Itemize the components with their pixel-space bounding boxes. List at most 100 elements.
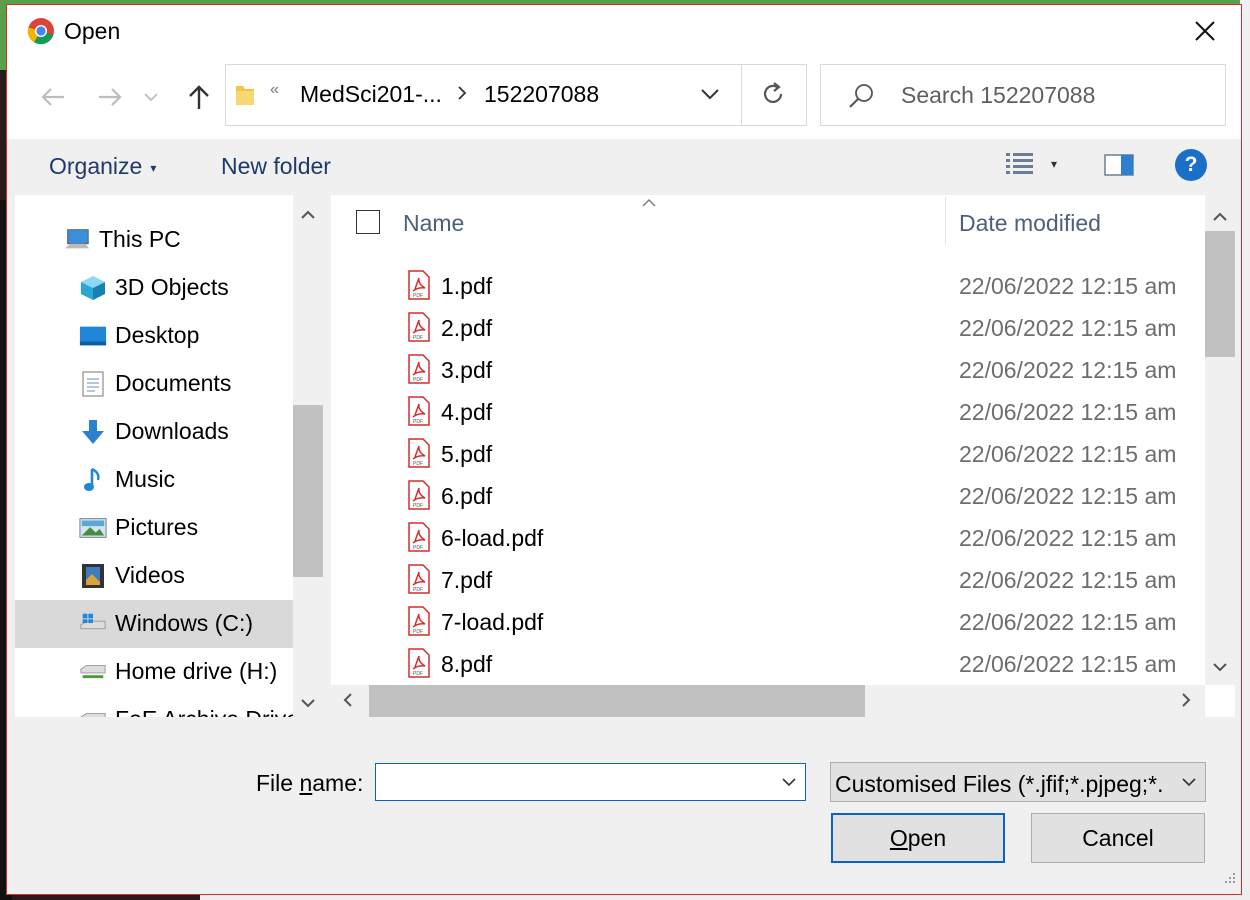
file-row[interactable]: PDF 1.pdf 22/06/2022 12:15 am	[331, 265, 1205, 307]
scroll-up-icon[interactable]	[301, 207, 315, 225]
scroll-left-icon[interactable]	[343, 693, 353, 712]
scrollbar-thumb[interactable]	[1205, 231, 1235, 357]
sidebar-item-desktop[interactable]: Desktop	[15, 312, 293, 360]
sidebar-item-home-drive-h[interactable]: Home drive (H:)	[15, 648, 293, 696]
pdf-file-icon: PDF	[406, 564, 432, 599]
file-row[interactable]: PDF 6.pdf 22/06/2022 12:15 am	[331, 475, 1205, 517]
file-row[interactable]: PDF 2.pdf 22/06/2022 12:15 am	[331, 307, 1205, 349]
resize-grip-icon[interactable]	[1221, 869, 1237, 890]
cancel-button[interactable]: Cancel	[1031, 813, 1205, 863]
help-button[interactable]: ?	[1175, 149, 1207, 181]
column-header-row: Name Date modified	[331, 195, 1205, 247]
navigation-pane-scrollbar[interactable]	[293, 195, 323, 717]
close-button[interactable]	[1169, 5, 1241, 57]
file-row[interactable]: PDF 7.pdf 22/06/2022 12:15 am	[331, 559, 1205, 601]
scrollbar-thumb[interactable]	[369, 685, 865, 717]
file-row[interactable]: PDF 8.pdf 22/06/2022 12:15 am	[331, 643, 1205, 685]
pdf-file-icon: PDF	[406, 396, 432, 431]
pdf-file-icon: PDF	[406, 522, 432, 557]
sidebar-item-music[interactable]: Music	[15, 456, 293, 504]
sidebar-item-foe-archive-drive[interactable]: FoE Archive Drive	[15, 696, 293, 717]
scroll-down-icon[interactable]	[301, 695, 315, 713]
forward-arrow-icon	[99, 88, 122, 106]
network-drive-icon	[79, 706, 107, 717]
chrome-app-icon	[27, 17, 55, 45]
file-date-modified: 22/06/2022 12:15 am	[959, 441, 1177, 467]
file-name: 3.pdf	[441, 357, 493, 383]
new-folder-button[interactable]: New folder	[221, 153, 331, 180]
file-row[interactable]: PDF 3.pdf 22/06/2022 12:15 am	[331, 349, 1205, 391]
back-button[interactable]	[35, 79, 71, 115]
select-all-checkbox[interactable]	[356, 210, 380, 234]
svg-text:PDF: PDF	[413, 461, 423, 467]
file-name-input[interactable]	[376, 764, 766, 800]
file-date-modified: 22/06/2022 12:15 am	[959, 567, 1177, 593]
open-button[interactable]: Open	[831, 813, 1005, 863]
recent-locations-button[interactable]	[139, 79, 163, 115]
file-list-horizontal-scrollbar[interactable]	[331, 685, 1205, 717]
refresh-button[interactable]	[760, 81, 786, 112]
sidebar-item-label: This PC	[99, 226, 181, 252]
sidebar-item-documents[interactable]: Documents	[15, 360, 293, 408]
scroll-up-icon[interactable]	[1213, 209, 1227, 227]
sidebar-item-label: Documents	[115, 370, 232, 396]
scrollbar-thumb[interactable]	[293, 405, 323, 577]
pdf-file-icon: PDF	[406, 354, 432, 389]
address-bar[interactable]: « MedSci201-... 152207088	[225, 64, 807, 126]
change-view-button[interactable]: ▾	[1005, 151, 1057, 177]
file-name: 7-load.pdf	[441, 609, 544, 635]
file-name-combobox[interactable]	[375, 763, 806, 801]
videos-icon	[79, 562, 107, 590]
file-name-dropdown-button[interactable]	[781, 775, 797, 793]
caret-down-icon: ▾	[1051, 157, 1058, 171]
sidebar-item-label: FoE Archive Drive	[115, 706, 293, 717]
search-box[interactable]	[820, 64, 1226, 126]
search-input[interactable]	[891, 65, 1211, 125]
sort-ascending-icon	[641, 195, 657, 213]
sidebar-item-videos[interactable]: Videos	[15, 552, 293, 600]
title-bar: Open	[7, 5, 1241, 57]
forward-button[interactable]	[92, 79, 128, 115]
svg-text:PDF: PDF	[413, 671, 423, 677]
preview-pane-button[interactable]	[1104, 153, 1134, 182]
sidebar-item-pictures[interactable]: Pictures	[15, 504, 293, 552]
column-divider[interactable]	[945, 197, 946, 245]
address-segment-current[interactable]: 152207088	[484, 81, 599, 108]
svg-text:PDF: PDF	[413, 419, 423, 425]
sidebar-item-label: Downloads	[115, 418, 229, 444]
breadcrumb-separator-icon[interactable]	[456, 84, 468, 107]
file-row[interactable]: PDF 4.pdf 22/06/2022 12:15 am	[331, 391, 1205, 433]
refresh-icon	[763, 82, 783, 103]
svg-text:PDF: PDF	[413, 377, 423, 383]
address-overflow-button[interactable]: «	[270, 81, 279, 99]
sidebar-item-label: Desktop	[115, 322, 200, 348]
organize-menu-button[interactable]: Organize ▾	[49, 153, 156, 180]
column-header-date-modified[interactable]: Date modified	[959, 210, 1101, 237]
up-button[interactable]	[181, 79, 217, 115]
file-list: Name Date modified PDF 1.pdf 22/06/2022 12…	[331, 195, 1205, 685]
sidebar-item-3d-objects[interactable]: 3D Objects	[15, 264, 293, 312]
pdf-file-icon: PDF	[406, 606, 432, 641]
file-row[interactable]: PDF 6-load.pdf 22/06/2022 12:15 am	[331, 517, 1205, 559]
file-date-modified: 22/06/2022 12:15 am	[959, 273, 1177, 299]
file-name: 2.pdf	[441, 315, 493, 341]
sidebar-item-windows-c[interactable]: Windows (C:)	[15, 600, 293, 648]
address-segment-parent[interactable]: MedSci201-...	[300, 81, 442, 108]
scroll-right-icon[interactable]	[1181, 693, 1191, 712]
sidebar-item-this-pc[interactable]: This PC	[15, 216, 293, 264]
sidebar-item-downloads[interactable]: Downloads	[15, 408, 293, 456]
file-type-dropdown-button[interactable]	[1173, 763, 1205, 801]
scroll-down-icon[interactable]	[1213, 659, 1227, 677]
chevron-down-icon	[701, 89, 719, 100]
file-row[interactable]: PDF 7-load.pdf 22/06/2022 12:15 am	[331, 601, 1205, 643]
svg-text:PDF: PDF	[413, 629, 423, 635]
address-divider	[741, 65, 742, 125]
computer-icon	[63, 226, 91, 254]
file-row[interactable]: PDF 5.pdf 22/06/2022 12:15 am	[331, 433, 1205, 475]
file-type-select[interactable]: Customised Files (*.jfif;*.pjpeg;*.	[830, 762, 1206, 802]
file-list-vertical-scrollbar[interactable]	[1205, 195, 1235, 685]
column-header-name[interactable]: Name	[403, 210, 464, 237]
downloads-icon	[79, 418, 107, 446]
address-dropdown-button[interactable]	[700, 87, 720, 106]
svg-text:PDF: PDF	[413, 503, 423, 509]
